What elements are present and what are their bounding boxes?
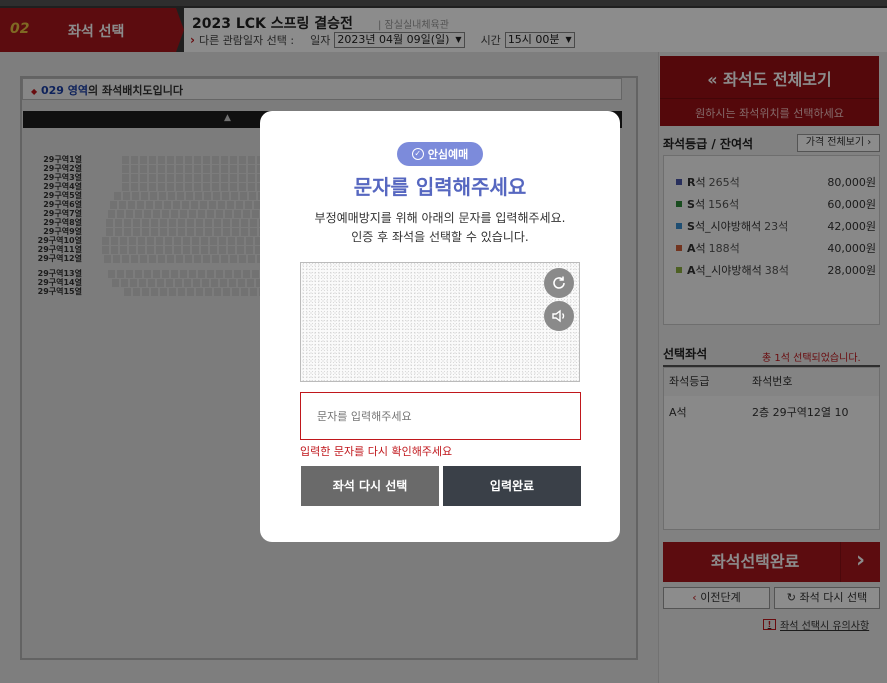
modal-description-line1: 부정예매방지를 위해 아래의 문자를 입력해주세요. xyxy=(314,211,566,225)
safe-booking-badge: ✓ 안심예매 xyxy=(397,142,483,166)
modal-description-line2: 인증 후 좌석을 선택할 수 있습니다. xyxy=(351,230,529,244)
safe-booking-label: 안심예매 xyxy=(427,148,469,161)
refresh-icon xyxy=(553,276,565,289)
captcha-error: 입력한 문자를 다시 확인해주세요 xyxy=(300,445,453,458)
captcha-refresh-button[interactable] xyxy=(544,268,574,298)
captcha-audio-button[interactable] xyxy=(544,301,574,331)
modal-reselect-button[interactable]: 좌석 다시 선택 xyxy=(301,466,439,506)
modal-title: 문자를 입력해주세요 xyxy=(353,175,527,199)
check-circle-icon: ✓ xyxy=(411,148,424,160)
modal-description: 부정예매방지를 위해 아래의 문자를 입력해주세요. 인증 후 좌석을 선택할 … xyxy=(260,209,620,247)
captcha-image xyxy=(300,262,580,382)
captcha-input[interactable] xyxy=(300,392,581,440)
speaker-icon xyxy=(552,309,565,323)
captcha-modal: ✓ 안심예매 문자를 입력해주세요 부정예매방지를 위해 아래의 문자를 입력해… xyxy=(260,111,620,542)
captcha-submit-button[interactable]: 입력완료 xyxy=(443,466,581,506)
